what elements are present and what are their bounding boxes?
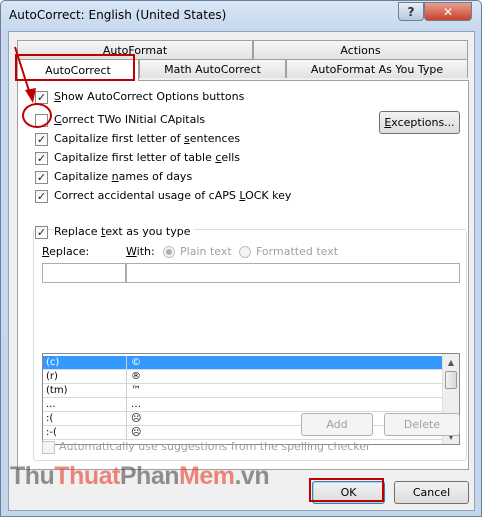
- watermark-logo: ThuThuatPhanMem.vn: [10, 462, 270, 490]
- annotation-arrow-icon: [14, 46, 36, 103]
